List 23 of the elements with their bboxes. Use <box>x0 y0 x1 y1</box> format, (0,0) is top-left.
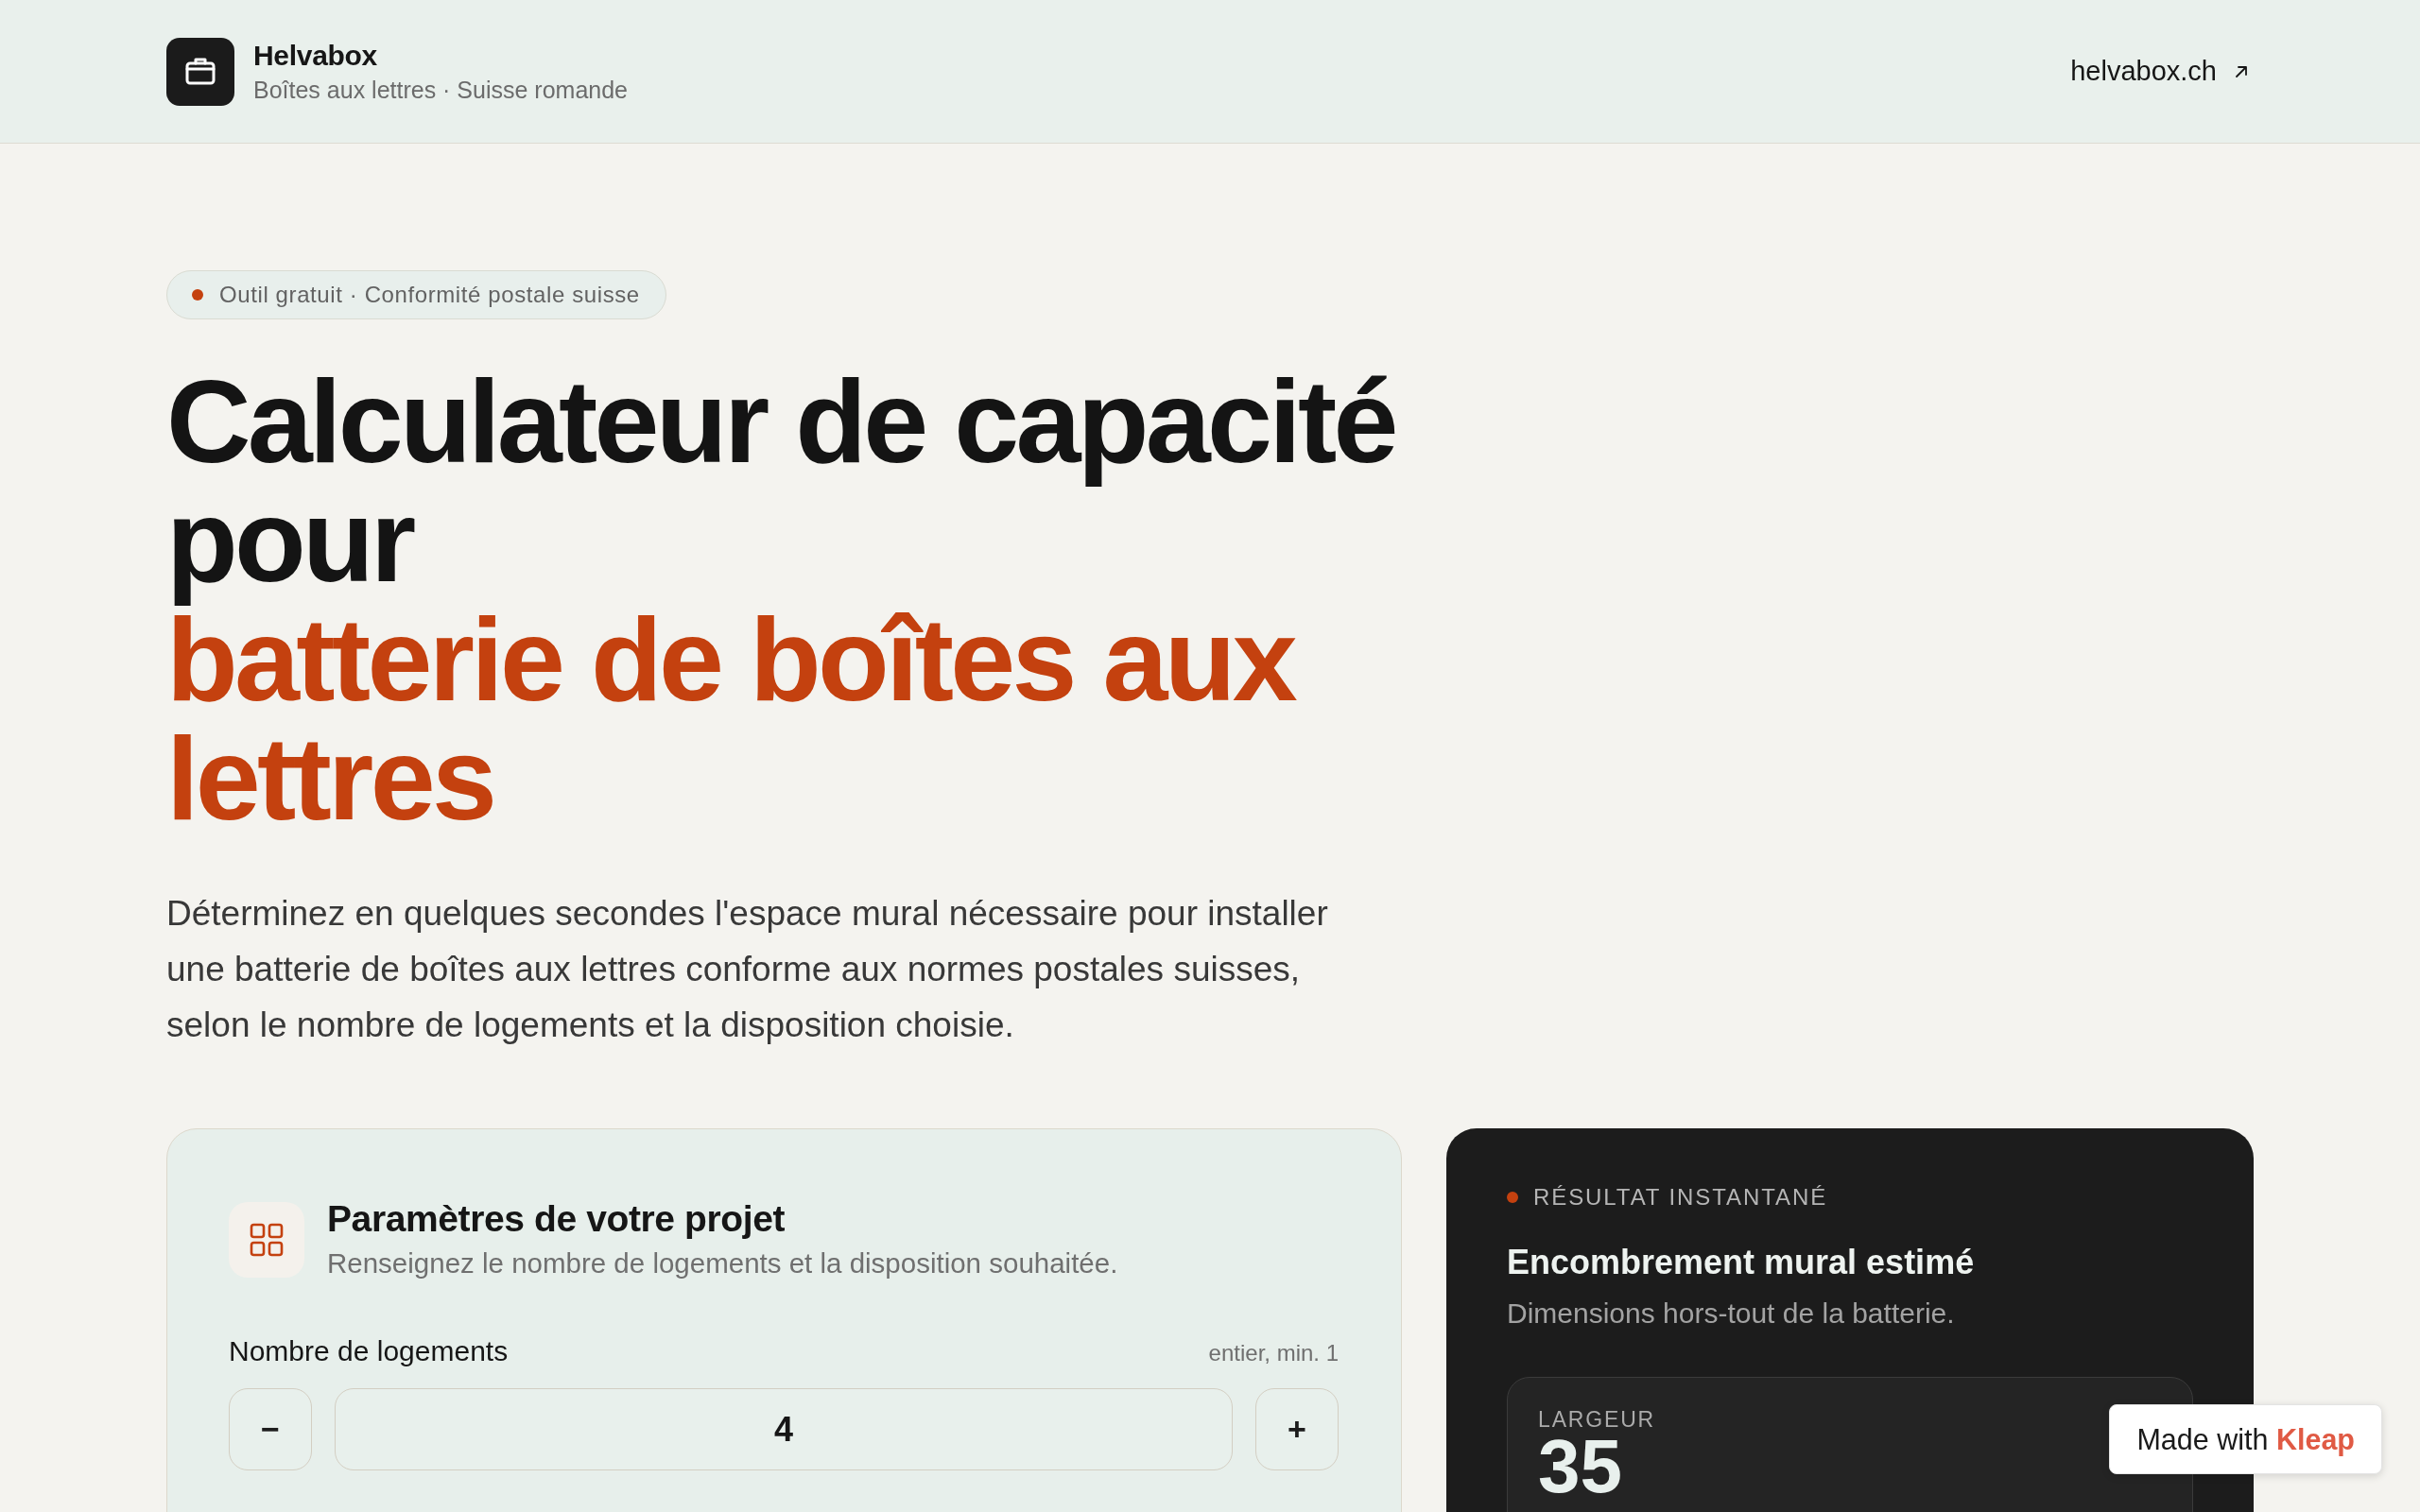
increment-button[interactable]: + <box>1255 1388 1339 1470</box>
builder-link[interactable]: Made with Kleap <box>2109 1404 2382 1474</box>
result-subtitle: Dimensions hors-tout de la batterie. <box>1507 1297 1956 1331</box>
card-title: Paramètres de votre projet <box>327 1197 786 1241</box>
dot-icon <box>1507 1191 1518 1203</box>
card-subtitle: Renseignez le nombre de logements et la disposition souhaitée. <box>327 1246 1118 1280</box>
result-title: Encombrement mural estimé <box>1507 1242 1976 1283</box>
arrow-up-right-icon <box>2234 63 2249 79</box>
site-link[interactable]: helvabox.ch <box>2070 56 2254 87</box>
field-hint: entier, min. 1 <box>1208 1339 1339 1367</box>
brand-name: Helvabox <box>253 38 378 73</box>
feature-pill-text: Outil gratuit · Conformité postale suisse <box>219 281 640 309</box>
dot-icon <box>192 289 203 301</box>
metric-value: 35 <box>1538 1436 1622 1497</box>
grid-icon <box>229 1201 304 1278</box>
count-field[interactable]: 4 <box>335 1388 1233 1470</box>
metric-label: LARGEUR <box>1538 1406 1657 1433</box>
briefcase-icon <box>166 37 234 106</box>
field-label: Nombre de logements <box>229 1334 509 1368</box>
decrement-button[interactable]: − <box>229 1388 312 1470</box>
brand-tagline: Boîtes aux lettres · Suisse romande <box>253 75 629 105</box>
result-eyebrow: RÉSULTAT INSTANTANÉ <box>1533 1183 1828 1211</box>
intro-paragraph: Déterminez en quelques secondes l'espace mural nécessaire pour installer une batterie de boîtes aux lettres conforme aux normes postales suisses, selon le nombre de logements et la disposition choisie. <box>166 893 1329 1046</box>
